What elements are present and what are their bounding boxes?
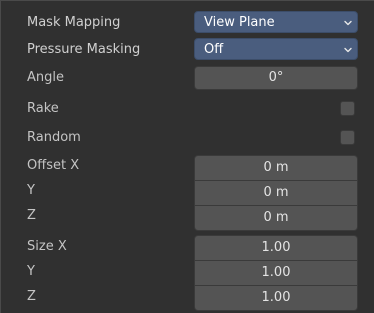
offset-z-label: Z [27, 208, 36, 223]
size-fields: 1.00 1.00 1.00 [194, 235, 358, 311]
size-z-field[interactable]: 1.00 [194, 286, 358, 311]
rake-row: Rake [1, 96, 374, 122]
mask-mapping-label: Mask Mapping [27, 15, 121, 30]
mask-mapping-dropdown[interactable]: View Plane [194, 11, 358, 33]
angle-row: Angle 0° [1, 65, 374, 91]
mask-mapping-value: View Plane [204, 15, 275, 30]
offset-z-field[interactable]: 0 m [194, 206, 358, 231]
chevron-down-icon [344, 20, 352, 26]
mask-mapping-row: Mask Mapping View Plane [1, 10, 374, 36]
size-y-field[interactable]: 1.00 [194, 261, 358, 286]
pressure-masking-row: Pressure Masking Off [1, 37, 374, 63]
size-x-label: Size X [27, 239, 67, 254]
angle-label: Angle [27, 70, 64, 85]
size-y-label: Y [27, 264, 35, 279]
offset-fields: 0 m 0 m 0 m [194, 155, 358, 231]
random-row: Random [1, 125, 374, 151]
angle-field[interactable]: 0° [194, 66, 358, 90]
pressure-masking-label: Pressure Masking [27, 42, 141, 57]
pressure-masking-dropdown[interactable]: Off [194, 38, 358, 60]
offset-y-label: Y [27, 183, 35, 198]
chevron-down-icon [344, 47, 352, 53]
offset-y-field[interactable]: 0 m [194, 181, 358, 206]
offset-x-field[interactable]: 0 m [194, 155, 358, 181]
size-z-label: Z [27, 289, 36, 304]
random-checkbox[interactable] [340, 130, 355, 145]
rake-checkbox[interactable] [340, 101, 355, 116]
random-label: Random [27, 130, 81, 145]
rake-label: Rake [27, 101, 59, 116]
texture-mapping-panel: Mask Mapping View Plane Pressure Masking… [0, 0, 374, 313]
pressure-masking-value: Off [204, 42, 224, 57]
offset-x-label: Offset X [27, 158, 80, 173]
size-x-field[interactable]: 1.00 [194, 235, 358, 261]
